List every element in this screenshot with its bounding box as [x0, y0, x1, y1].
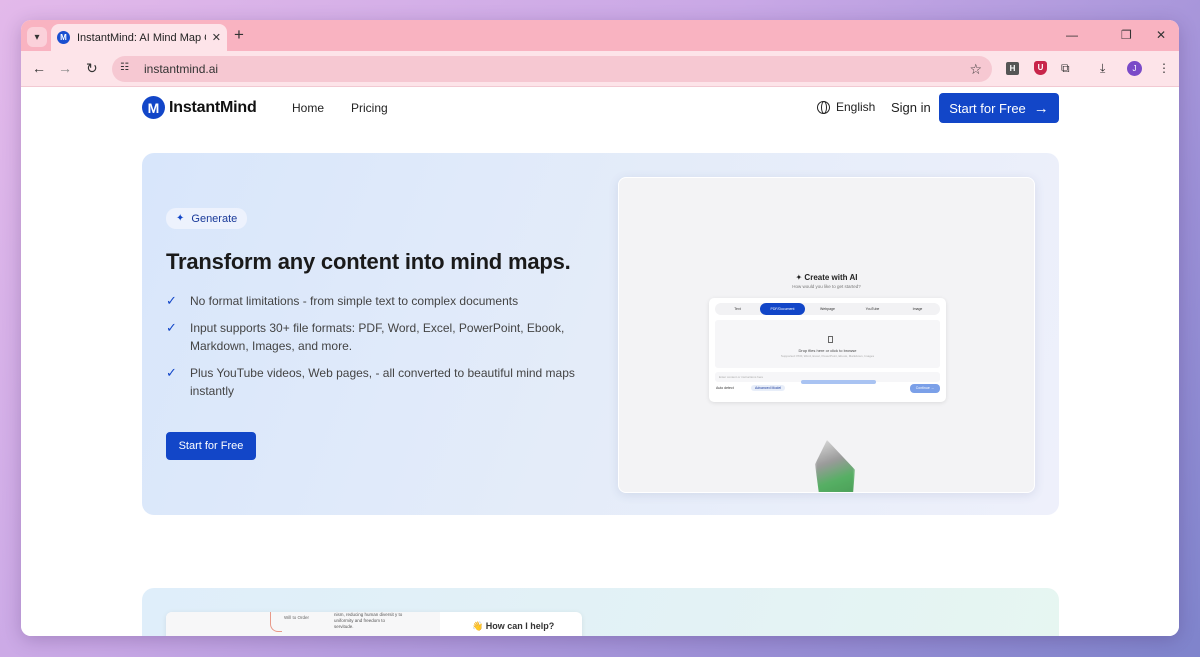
tab-strip: ▾ M InstantMind: AI Mind Map Generator ✕…: [21, 20, 1179, 51]
download-icon[interactable]: ⤓: [1100, 61, 1105, 76]
check-icon: ✓: [166, 319, 177, 335]
new-tab-button[interactable]: +: [234, 26, 244, 44]
feature-list: ✓ No format limitations - from simple te…: [166, 292, 586, 409]
feature-text: No format limitations - from simple text…: [190, 294, 519, 308]
hero-start-free-button[interactable]: Start for Free: [166, 432, 256, 460]
tab-search-button[interactable]: ▾: [27, 27, 47, 47]
reload-icon[interactable]: ↻: [86, 61, 98, 75]
cursor-illustration: [815, 440, 855, 492]
preview-tab-youtube: YouTube: [865, 307, 880, 311]
window-close-icon[interactable]: ✕: [1156, 28, 1166, 42]
hero-section: ✦ Generate Transform any content into mi…: [142, 153, 1059, 515]
preview-panel: Text PDF/Document Webpage YouTube Image …: [709, 298, 946, 402]
star-icon[interactable]: ☆: [969, 61, 982, 78]
site-navbar: M InstantMind Home Pricing English Sign …: [142, 87, 1059, 129]
preview-highlight: [801, 380, 876, 384]
check-icon: ✓: [166, 364, 177, 380]
check-icon: ✓: [166, 293, 177, 308]
favicon-icon: M: [57, 31, 70, 44]
badge-label: Generate: [191, 212, 238, 225]
chat-help-prompt: 👋 How can I help?: [472, 621, 555, 631]
close-icon[interactable]: ✕: [212, 31, 221, 44]
list-item: ✓ Plus YouTube videos, Web pages, - all …: [166, 364, 586, 401]
preview-tab-pdf: PDF/Document: [760, 303, 805, 315]
preview-tab-webpage: Webpage: [820, 307, 835, 311]
nav-link-home[interactable]: Home: [292, 101, 324, 115]
globe-icon: [817, 100, 830, 114]
mindmap-node: Will to Order: [284, 615, 310, 620]
preview-subtitle: How would you like to get started?: [792, 284, 861, 289]
extension-h-icon[interactable]: H: [1006, 62, 1019, 75]
advanced-model-chip: Advanced Model: [751, 385, 786, 391]
list-item: ✓ Input supports 30+ file formats: PDF, …: [166, 319, 586, 356]
preview-tab-text: Text: [734, 307, 741, 311]
start-free-button[interactable]: Start for Free →: [939, 93, 1059, 123]
sign-in-link[interactable]: Sign in: [891, 100, 931, 115]
puzzle-icon[interactable]: ⧉: [1061, 61, 1070, 76]
logo-text: InstantMind: [169, 98, 257, 116]
logo-mark-icon: M: [142, 96, 165, 119]
kebab-menu-icon[interactable]: ⋮: [1158, 61, 1170, 75]
preview-title: ✦ Create with AI: [795, 273, 858, 282]
auto-detect-chip: Auto detect: [716, 386, 734, 390]
browser-toolbar: ← → ↻ ☷ instantmind.ai ☆ H U ⧉ ⤓ J ⋮: [21, 51, 1179, 87]
document-icon: [828, 336, 833, 343]
tune-icon[interactable]: ☷: [120, 62, 134, 76]
hero-title: Transform any content into mind maps.: [166, 249, 571, 274]
browser-window: ▾ M InstantMind: AI Mind Map Generator ✕…: [21, 20, 1179, 636]
feature-text: Plus YouTube videos, Web pages, - all co…: [190, 365, 575, 399]
preview-dropzone: Drop files here or click to browse Suppo…: [715, 320, 940, 368]
minimize-icon[interactable]: —: [1066, 28, 1078, 42]
site-logo[interactable]: M InstantMind: [142, 96, 257, 119]
second-section: Will to Order nism, reducing human diver…: [142, 588, 1059, 636]
product-preview: ✦ Create with AI How would you like to g…: [618, 177, 1035, 493]
arrow-left-icon[interactable]: ←: [32, 61, 46, 75]
dropzone-text: Drop files here or click to browse: [798, 348, 857, 353]
browser-tab[interactable]: M InstantMind: AI Mind Map Generator ✕: [51, 24, 227, 51]
shield-extension-icon[interactable]: U: [1034, 61, 1047, 75]
avatar[interactable]: J: [1127, 61, 1142, 76]
sparkle-icon: ✦: [176, 213, 185, 224]
address-bar[interactable]: ☷ instantmind.ai ☆: [112, 56, 992, 82]
url-text[interactable]: instantmind.ai: [144, 62, 218, 76]
restore-icon[interactable]: ❐: [1121, 28, 1132, 42]
tab-title: InstantMind: AI Mind Map Generator: [77, 31, 206, 44]
preview-tab-image: Image: [912, 307, 923, 311]
start-free-label: Start for Free: [949, 100, 1026, 116]
mindmap-canvas: Will to Order nism, reducing human diver…: [166, 612, 440, 636]
language-label: English: [836, 100, 876, 114]
arrow-right-icon[interactable]: →: [58, 61, 72, 75]
list-item: ✓ No format limitations - from simple te…: [166, 292, 586, 311]
generate-badge: ✦ Generate: [166, 208, 248, 229]
feature-text: Input supports 30+ file formats: PDF, Wo…: [190, 320, 565, 354]
page-content: M InstantMind Home Pricing English Sign …: [21, 87, 1179, 636]
mindmap-branch: [270, 612, 282, 632]
mindmap-preview-card: Will to Order nism, reducing human diver…: [166, 612, 582, 636]
chevron-down-icon: ▾: [34, 31, 40, 43]
nav-link-pricing[interactable]: Pricing: [351, 101, 388, 115]
arrow-right-icon: →: [1033, 99, 1049, 117]
mindmap-node-text: nism, reducing human diversit y to unifo…: [334, 612, 403, 629]
preview-tabs: Text PDF/Document Webpage YouTube Image: [715, 303, 940, 315]
language-selector[interactable]: English: [817, 100, 875, 114]
preview-continue-button: Continue →: [910, 384, 940, 393]
dropzone-subtext: Supported: PDF, Word, Excel, PowerPoint,…: [780, 354, 875, 358]
